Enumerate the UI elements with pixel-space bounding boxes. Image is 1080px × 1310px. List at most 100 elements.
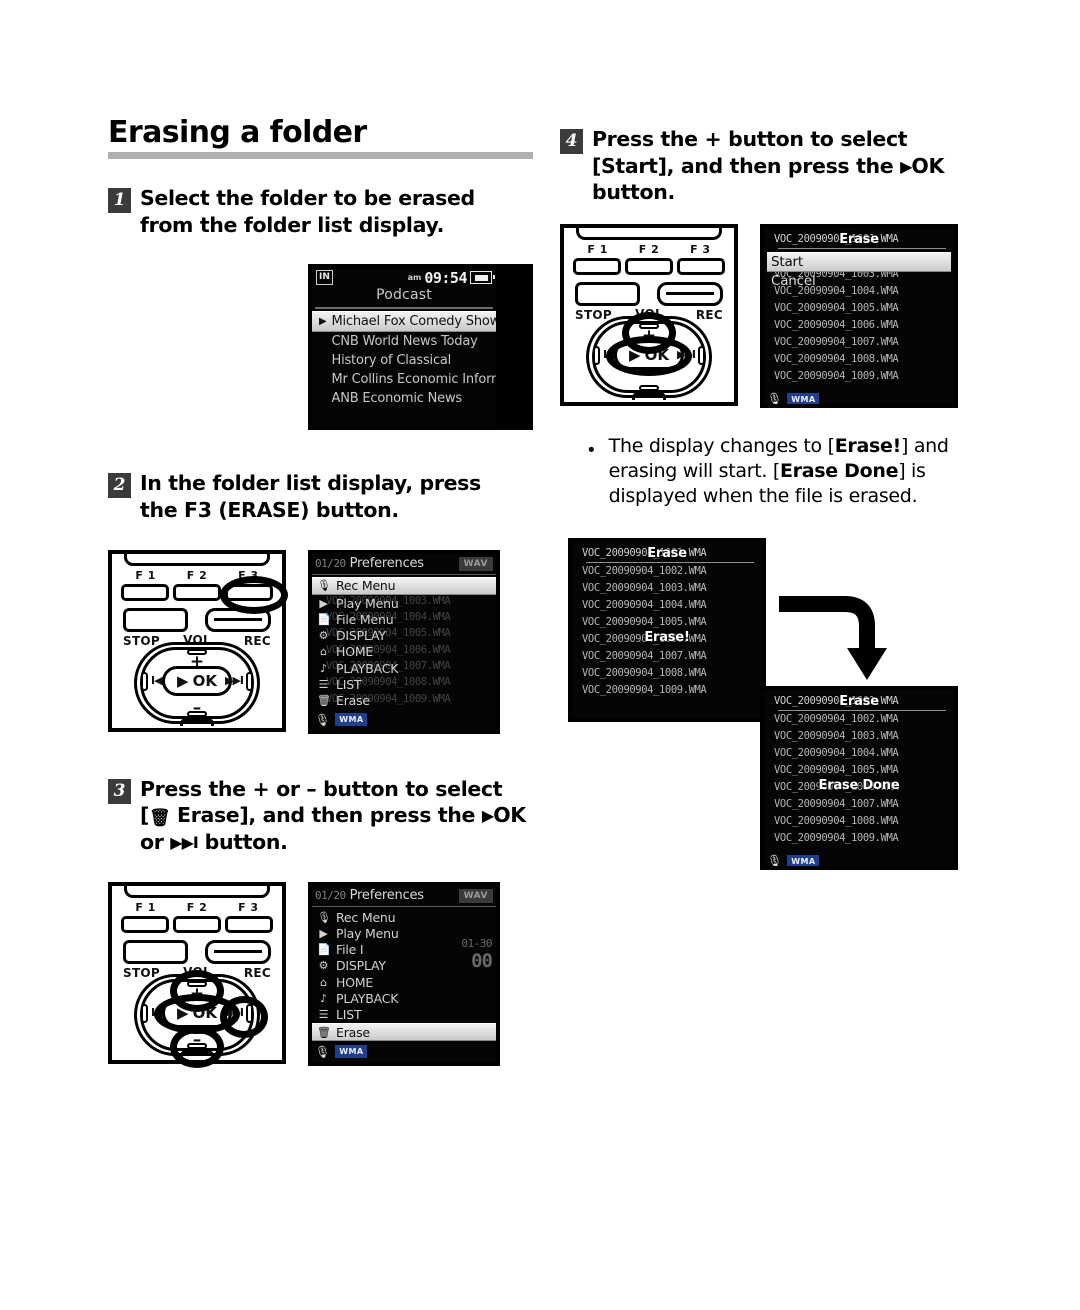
file-row[interactable]: VOC_20090904_1007.WMA [774, 334, 950, 351]
file-row[interactable]: VOC_20090904_1003.WMA [582, 580, 758, 597]
fast-forward-icon: ▶▶I [170, 833, 199, 853]
menu-header: 01/20 Preferences WAV [312, 886, 496, 907]
rec-button[interactable] [657, 281, 723, 306]
file-row[interactable]: VOC_20090904_1002.WMA [774, 711, 950, 728]
menu-item-playback[interactable]: ♪ PLAYBACK [312, 990, 496, 1006]
dialog-option-cancel[interactable]: Cancel [767, 272, 951, 290]
f2-button[interactable] [625, 257, 673, 275]
menu-item-rec-menu[interactable]: 🎙 Rec Menu [312, 576, 496, 595]
menu-item-label: Erase [336, 1024, 370, 1040]
rewind-pill[interactable] [593, 345, 600, 365]
file-row[interactable]: VOC_20090904_1006.WMA [774, 317, 950, 334]
volume-down-pill[interactable] [187, 1042, 207, 1049]
file-row[interactable]: VOC_20090904_1005.WMA [774, 762, 950, 779]
menu-item-list[interactable]: ☰ LIST [312, 676, 496, 692]
menu-item-file-menu[interactable]: 📄 File Menu [312, 611, 496, 627]
menu-item-label: File Menu [336, 611, 394, 627]
list-item[interactable]: ▶ History of Classical [312, 351, 496, 370]
lcd-podcast-screen: IN am 09:54 Podcast ▶ Michael Fox Comedy… [312, 268, 497, 427]
function-buttons [121, 915, 273, 933]
file-row[interactable]: VOC_20090904_1005.WMA [582, 614, 758, 631]
volume-down-pill[interactable] [639, 384, 659, 391]
manual-page: Erasing a folder 1 Select the folder to … [0, 0, 1080, 1310]
ok-button[interactable]: ▶ OK [614, 339, 684, 370]
wma-badge: WMA [335, 1045, 368, 1059]
device-diagram-step3: F 1 F 2 F 3 STOP VOL REC + I◀◀ ▶ OK ▶▶I … [108, 881, 286, 1068]
stop-button[interactable] [575, 281, 640, 306]
rec-button[interactable] [205, 607, 271, 632]
step-3-line1: Press the + or – button to select [140, 776, 503, 801]
list-item[interactable]: ▶ CNB World News Today [312, 332, 496, 351]
menu-item-erase[interactable]: 🗑 Erase [312, 1023, 496, 1042]
menu-items-step2: 🎙 Rec Menu ▶ Play Menu 📄 File Menu ⚙ DIS… [312, 575, 496, 709]
rec-button[interactable] [205, 939, 271, 964]
step-4-line2: [Start], and then press the ▶OK [592, 153, 944, 180]
menu-item-home[interactable]: ⌂ HOME [312, 644, 496, 660]
f1-button[interactable] [121, 583, 169, 601]
dialog-option-start[interactable]: Start [767, 251, 951, 272]
file-row[interactable]: VOC_20090904_1009.WMA [774, 830, 950, 847]
f1-button[interactable] [121, 915, 169, 933]
menu-item-file-menu[interactable]: 📄 File I [312, 942, 496, 958]
menu-item-label: Play Menu [336, 925, 399, 941]
rewind-pill[interactable] [141, 1003, 148, 1023]
microphone-icon: 🎙 [315, 712, 331, 727]
file-row[interactable]: VOC_20090904_1008.WMA [774, 351, 950, 368]
f2-button[interactable] [173, 915, 221, 933]
menu-item-playback[interactable]: ♪ PLAYBACK [312, 660, 496, 676]
file-row[interactable]: VOC_20090904_1004.WMA [774, 745, 950, 762]
f3-button[interactable] [677, 257, 725, 275]
menu-item-list[interactable]: ☰ LIST [312, 1007, 496, 1023]
f1-button[interactable] [573, 257, 621, 275]
file-row[interactable]: VOC_20090904_1009.WMA [774, 368, 950, 385]
file-row[interactable]: VOC_20090904_1003.WMA [774, 728, 950, 745]
device-bottom-nub [180, 1049, 214, 1058]
stop-button[interactable] [123, 607, 188, 632]
stop-button[interactable] [123, 939, 188, 964]
list-item[interactable]: ▶ Michael Fox Comedy Show [312, 311, 496, 333]
file-row[interactable]: VOC_20090904_1007.WMA [582, 648, 758, 665]
file-row[interactable]: VOC_20090904_1005.WMA [774, 300, 950, 317]
menu-item-rec-menu[interactable]: 🎙 Rec Menu [312, 909, 496, 925]
file-row[interactable]: VOC_20090904_1002.WMA [582, 563, 758, 580]
menu-item-home[interactable]: ⌂ HOME [312, 974, 496, 990]
ok-label: OK [192, 671, 217, 690]
rewind-pill[interactable] [141, 671, 148, 691]
menu-item-play-menu[interactable]: ▶ Play Menu [312, 595, 496, 611]
menu-item-display[interactable]: ⚙ DISPLAY [312, 958, 496, 974]
f3-label: F 3 [238, 568, 259, 582]
forward-pill[interactable] [246, 671, 253, 691]
f2-button[interactable] [173, 583, 221, 601]
forward-pill[interactable] [698, 345, 705, 365]
stop-label: STOP [575, 307, 613, 322]
wma-badge: WMA [787, 854, 820, 866]
home-icon: ⌂ [320, 975, 327, 989]
step-1-line1: Select the folder to be erased [140, 186, 475, 210]
file-row[interactable]: VOC_20090904_1009.WMA [582, 682, 758, 699]
file-row[interactable]: VOC_20090904_1008.WMA [582, 665, 758, 682]
flow-arrow [775, 595, 893, 682]
f3-button[interactable] [225, 583, 273, 601]
list-item[interactable]: ▶ Mr Collins Economic Informat [312, 370, 497, 389]
file-row[interactable]: VOC_20090904_1007.WMA [774, 796, 950, 813]
device-top-lip [124, 883, 270, 898]
menu-item-play-menu[interactable]: ▶ Play Menu [312, 925, 496, 941]
forward-pill[interactable] [246, 1003, 253, 1023]
ok-button[interactable]: ▶ OK [162, 997, 232, 1028]
lcd-podcast-bezel: IN am 09:54 Podcast ▶ Michael Fox Comedy… [308, 264, 533, 431]
file-row[interactable]: VOC_20090904_1004.WMA [582, 597, 758, 614]
menu-item-erase[interactable]: 🗑 Erase [312, 693, 496, 709]
menu-item-display[interactable]: ⚙ DISPLAY [312, 627, 496, 643]
microphone-icon: 🎙 [317, 579, 331, 593]
f3-button[interactable] [225, 915, 273, 933]
erase-confirm-dialog: Start Cancel [767, 251, 951, 290]
function-labels: F 1 F 2 F 3 [120, 901, 274, 914]
list-item[interactable]: ▶ ANB Economic News [312, 389, 496, 408]
menu-item-label: Play Menu [336, 595, 399, 611]
volume-down-pill[interactable] [187, 710, 207, 717]
ok-button[interactable]: ▶ OK [162, 665, 232, 696]
microphone-icon: 🎙 [317, 910, 331, 924]
file-row[interactable]: VOC_20090904_1008.WMA [774, 813, 950, 830]
menu-footer: 🎙 WMA [312, 1043, 496, 1061]
lcd-erase-dialog-screen: VOC_20090904_1001.WMA VOC_20090904_1002.… [764, 227, 954, 404]
